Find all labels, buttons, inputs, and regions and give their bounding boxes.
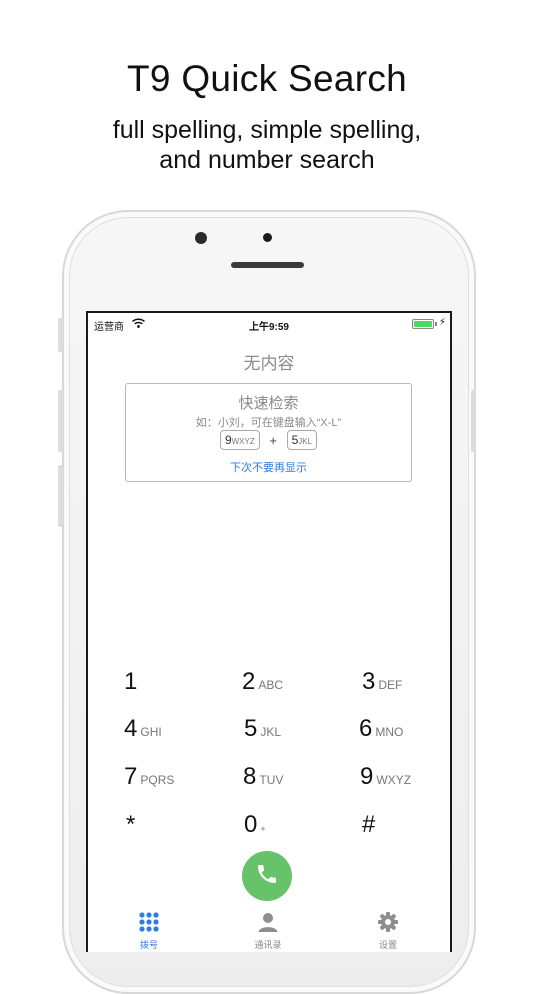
earpiece-speaker [231, 262, 304, 268]
phone-screen: 运营商 上午9:59 ⚡ 无内容 快速检索 如：小刘，可在键盘输入“X-L” 9… [86, 311, 452, 952]
dial-key-star[interactable]: * [126, 811, 138, 839]
dial-key-3[interactable]: 3 DEF [362, 668, 402, 696]
dial-key-0[interactable]: 0 + [244, 811, 266, 839]
promo-subtitle: full spelling, simple spelling, and numb… [0, 115, 534, 175]
dial-key-hash[interactable]: # [362, 811, 378, 839]
promo-subtitle-line1: full spelling, simple spelling, [112, 116, 422, 144]
tab-settings[interactable]: 设置 [358, 911, 418, 951]
tip-key-example: 9WXYZ + 5JKL [126, 430, 411, 450]
tab-dial[interactable]: 拨号 [119, 911, 179, 951]
battery-cap [435, 322, 437, 326]
volume-up-button [58, 390, 63, 452]
dismiss-tip-link[interactable]: 下次不要再显示 [126, 459, 411, 475]
dial-key-9[interactable]: 9 WXYZ [360, 763, 411, 791]
tip-key-9: 9WXYZ [219, 430, 260, 450]
promo-subtitle-line2: and number search [159, 146, 375, 174]
battery-icon [412, 319, 434, 329]
phone-icon [255, 862, 279, 891]
charging-icon: ⚡ [438, 317, 446, 328]
tip-key-5: 5JKL [286, 430, 318, 450]
call-button[interactable] [242, 851, 292, 901]
dial-key-4[interactable]: 4 GHI [124, 715, 162, 743]
status-bar: 运营商 上午9:59 ⚡ [88, 313, 450, 333]
mute-switch [58, 318, 63, 352]
quick-search-tip: 快速检索 如：小刘，可在键盘输入“X-L” 9WXYZ + 5JKL 下次不要再… [125, 383, 412, 482]
dial-key-2[interactable]: 2 ABC [242, 668, 283, 696]
tip-plus: + [269, 432, 277, 448]
power-button [471, 390, 476, 452]
dial-key-7[interactable]: 7 PQRS [124, 763, 174, 791]
status-time: 上午9:59 [248, 322, 289, 333]
contacts-person-icon [257, 913, 279, 935]
dial-key-6[interactable]: 6 MNO [359, 715, 403, 743]
tab-dial-label: 拨号 [139, 940, 158, 950]
tab-settings-label: 设置 [378, 940, 397, 950]
gear-icon [377, 912, 399, 935]
volume-down-button [58, 465, 63, 527]
tab-contacts-label: 通讯录 [254, 940, 282, 950]
empty-state-title: 无内容 [243, 354, 295, 373]
front-camera [195, 232, 207, 244]
dial-key-8[interactable]: 8 TUV [243, 763, 283, 791]
promo-title: T9 Quick Search [126, 58, 408, 99]
tip-title: 快速检索 [238, 395, 299, 412]
tab-contacts[interactable]: 通讯录 [238, 911, 298, 951]
proximity-sensor [263, 233, 272, 242]
tip-example: 如：小刘，可在键盘输入“X-L” [195, 417, 342, 429]
keypad-grid-icon [138, 912, 160, 935]
dial-key-1[interactable]: 1 [124, 668, 140, 696]
dial-key-5[interactable]: 5 JKL [244, 715, 281, 743]
